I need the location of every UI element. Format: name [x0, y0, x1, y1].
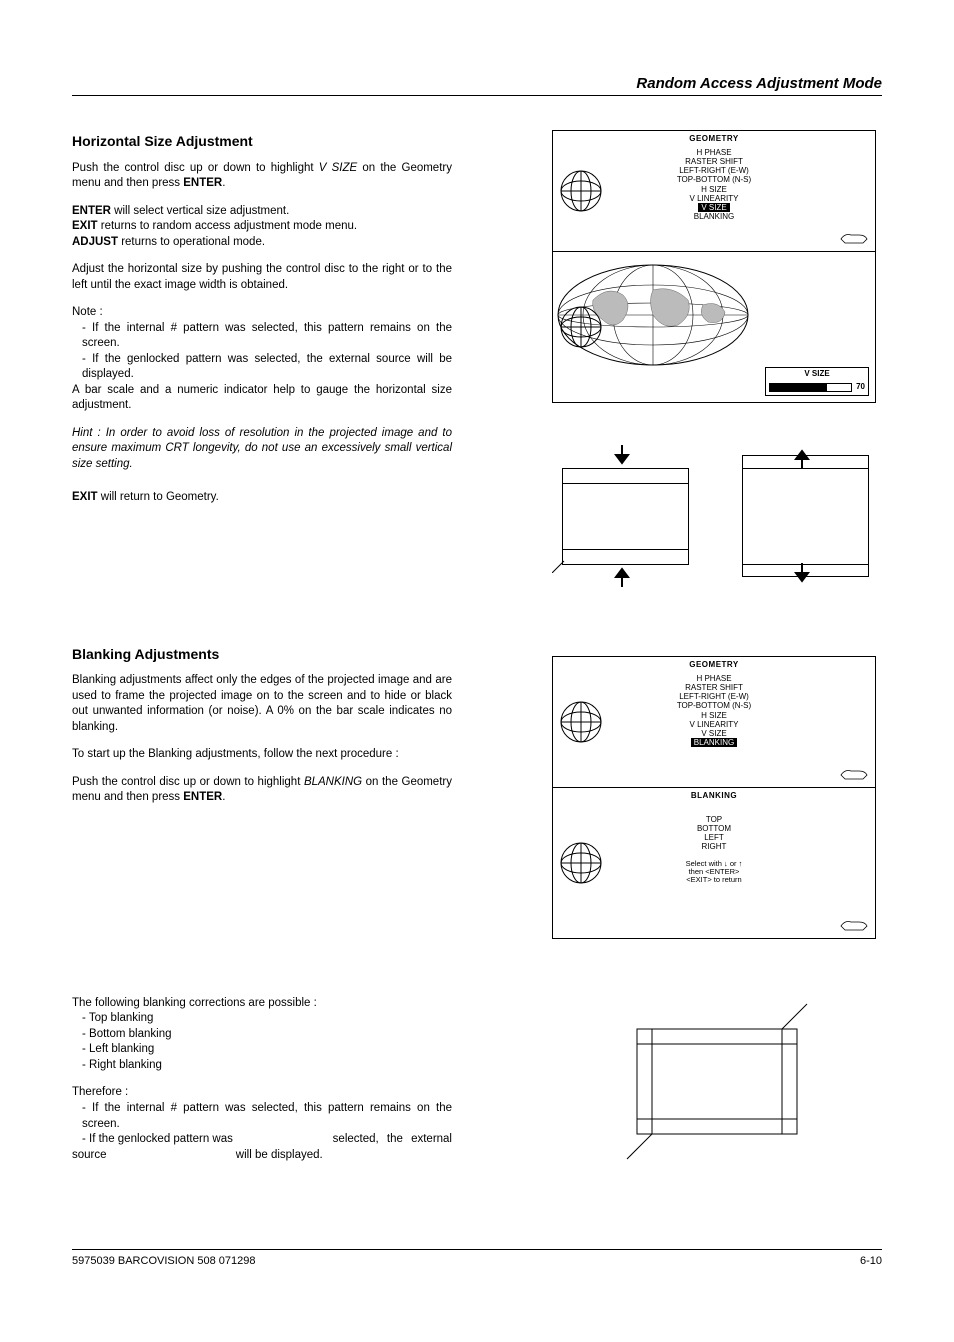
- footer-left: 5975039 BARCOVISION 508 071298: [72, 1255, 255, 1267]
- menu-item: RASTER SHIFT: [553, 157, 875, 166]
- blanking-frame-diagram: [607, 994, 827, 1164]
- blanking-panel-group: GEOMETRY H PHASE RASTER SHIFT LEFT-RIGHT…: [552, 656, 882, 939]
- text: will select vertical size adjustment.: [111, 205, 289, 217]
- panel-geometry-blanking: GEOMETRY H PHASE RASTER SHIFT LEFT-RIGHT…: [552, 656, 876, 788]
- header-divider: [72, 95, 882, 96]
- hint-text: Hint : In order to avoid loss of resolut…: [72, 426, 452, 473]
- panel-title: BLANKING: [553, 788, 875, 801]
- footer-divider: [72, 1249, 882, 1250]
- arrow-up-icon: [612, 561, 632, 589]
- list-item: - Top blanking: [72, 1012, 153, 1024]
- adjust-instruction: Adjust the horizontal size by pushing th…: [72, 262, 452, 293]
- text: selected, the external: [333, 1132, 452, 1148]
- footer-right: 6-10: [860, 1255, 882, 1267]
- panel-vsize-display: V SIZE 70: [552, 251, 876, 403]
- text: Therefore :: [72, 1086, 128, 1098]
- blanking-push: Push the control disc up or down to high…: [72, 775, 452, 806]
- text: will be displayed.: [107, 1148, 452, 1164]
- text-bold: EXIT: [72, 220, 98, 232]
- text: A bar scale and a numeric indicator help…: [72, 384, 452, 412]
- panel-blanking-menu: BLANKING TOP BOTTOM LEFT RIGHT Select wi…: [552, 787, 876, 939]
- globe-icon: [559, 169, 603, 213]
- text: .: [222, 791, 225, 803]
- blanking-intro: Blanking adjustments affect only the edg…: [72, 673, 452, 735]
- text-bold: ENTER: [183, 177, 222, 189]
- text: returns to random access adjustment mode…: [98, 220, 358, 232]
- blanking-start: To start up the Blanking adjustments, fo…: [72, 747, 452, 763]
- globe-icon: [559, 841, 603, 885]
- text-italic: BLANKING: [304, 776, 362, 788]
- globe-icon: [559, 700, 603, 744]
- panel-geometry-vsize: GEOMETRY H PHASE RASTER SHIFT LEFT-RIGHT…: [552, 130, 876, 252]
- text-bold: ENTER: [72, 205, 111, 217]
- menu-item: H PHASE: [553, 674, 875, 683]
- menu-item: H PHASE: [553, 148, 875, 157]
- vsize-bar: [769, 383, 852, 392]
- text-bold: ENTER: [183, 791, 222, 803]
- list-item: - Left blanking: [72, 1043, 154, 1055]
- note-item: - If the genlocked pattern was selected,…: [72, 352, 452, 383]
- vsize-bar-fill: [770, 384, 827, 391]
- hand-icon: [839, 912, 869, 932]
- text-italic: V SIZE: [319, 162, 357, 174]
- diagram-expand: [732, 443, 880, 588]
- page-header-title: Random Access Adjustment Mode: [636, 75, 882, 92]
- menu-item: RASTER SHIFT: [553, 683, 875, 692]
- corner-line: [552, 558, 567, 573]
- note-item: - If the internal # pattern was selected…: [72, 321, 452, 352]
- exit-line: EXIT will return to Geometry.: [72, 490, 452, 506]
- note-item: - If the internal # pattern was selected…: [72, 1101, 452, 1132]
- hand-icon: [839, 761, 869, 781]
- arrow-down-icon: [612, 443, 632, 471]
- blanking-possible: The following blanking corrections are p…: [72, 996, 452, 1074]
- text: Push the control disc up or down to high…: [72, 776, 304, 788]
- text: source: [72, 1148, 107, 1164]
- note-block: Note : - If the internal # pattern was s…: [72, 305, 452, 414]
- vsize-indicator-box: V SIZE 70: [765, 367, 869, 396]
- panel-title: GEOMETRY: [553, 131, 875, 144]
- key-description: ENTER will select vertical size adjustme…: [72, 204, 452, 251]
- arrow-up-icon: [792, 443, 812, 471]
- section-heading-hsize: Horizontal Size Adjustment: [72, 133, 452, 149]
- text-bold: ADJUST: [72, 236, 118, 248]
- list-item: - Bottom blanking: [72, 1028, 172, 1040]
- note-label: Note :: [72, 306, 103, 318]
- arrow-diagrams: [552, 443, 882, 588]
- text-bold: EXIT: [72, 491, 98, 503]
- menu-item-selected: BLANKING: [691, 738, 737, 747]
- text: returns to operational mode.: [118, 236, 265, 248]
- right-column: GEOMETRY H PHASE RASTER SHIFT LEFT-RIGHT…: [552, 130, 882, 1164]
- menu-item: BOTTOM: [553, 824, 875, 833]
- list-item: - Right blanking: [72, 1059, 162, 1071]
- text: Push the control disc up or down to high…: [72, 162, 319, 174]
- arrow-down-icon: [792, 561, 812, 589]
- menu-item: TOP: [553, 815, 875, 824]
- text: <EXIT> to return: [686, 875, 741, 884]
- text: will return to Geometry.: [98, 491, 219, 503]
- text: The following blanking corrections are p…: [72, 997, 317, 1009]
- section-heading-blanking: Blanking Adjustments: [72, 646, 452, 662]
- menu-item: BLANKING: [553, 212, 875, 221]
- text: - If the genlocked pattern was: [72, 1132, 233, 1148]
- left-column: Horizontal Size Adjustment Push the cont…: [72, 105, 452, 1175]
- diagram-shrink: [552, 443, 700, 588]
- globe-icon: [559, 305, 603, 349]
- therefore-block: Therefore : - If the internal # pattern …: [72, 1085, 452, 1163]
- menu-item-selected: V SIZE: [698, 203, 729, 212]
- vsize-value: 70: [856, 383, 865, 392]
- panel-title: GEOMETRY: [553, 657, 875, 670]
- hand-icon: [839, 225, 869, 245]
- text: .: [222, 177, 225, 189]
- hsize-intro: Push the control disc up or down to high…: [72, 161, 452, 192]
- vsize-label: V SIZE: [766, 368, 868, 381]
